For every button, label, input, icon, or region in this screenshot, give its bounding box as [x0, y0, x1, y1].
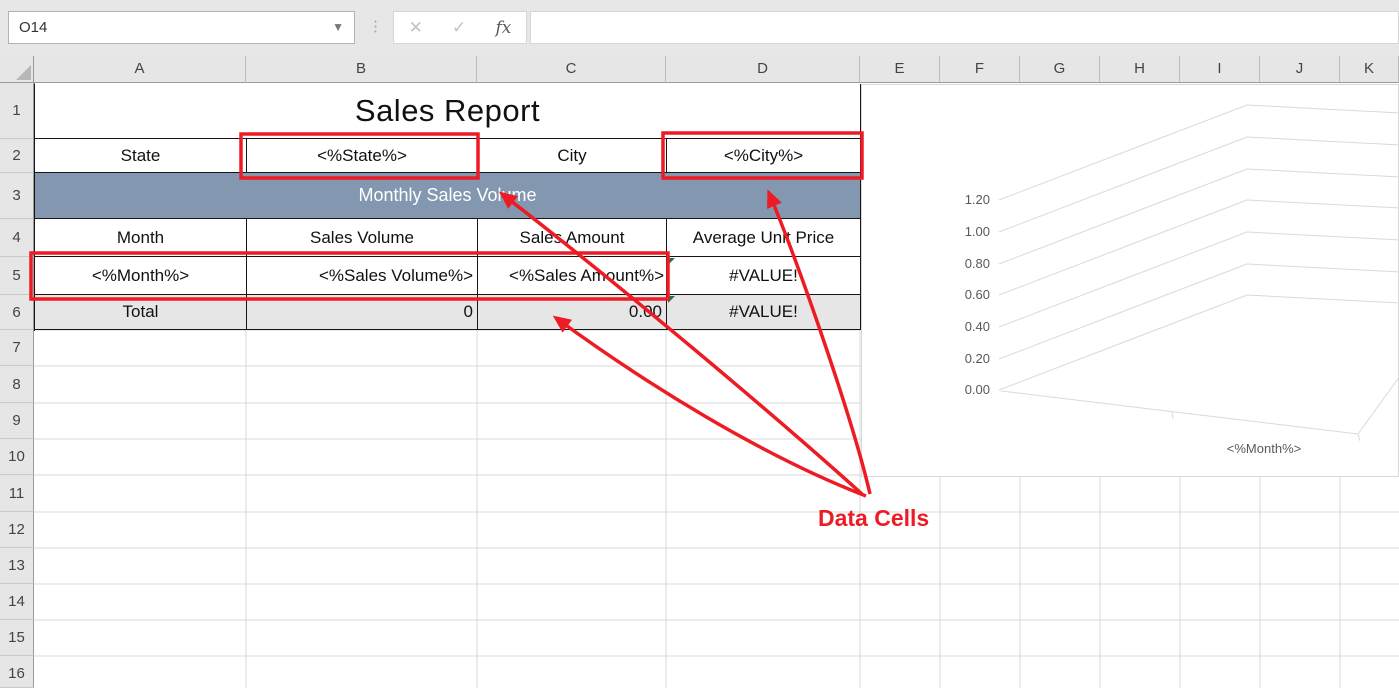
cell-a2-state-label[interactable]: State: [35, 139, 247, 173]
cell-b5-sales-volume-placeholder[interactable]: <%Sales Volume%>: [247, 257, 478, 295]
error-indicator-icon: [668, 258, 675, 265]
cell-a1-report-title[interactable]: Sales Report: [35, 84, 861, 139]
value-tick-1-20: 1.20: [920, 192, 990, 208]
cell-c4-sales-amount-header[interactable]: Sales Amount: [478, 219, 667, 257]
cell-c5-sales-amount-placeholder[interactable]: <%Sales Amount%>: [478, 257, 667, 295]
value-tick-0-60: 0.60: [920, 287, 990, 303]
category-axis-label: <%Month%>: [1184, 441, 1344, 456]
chart-frame-lines: [862, 85, 1399, 478]
embedded-chart[interactable]: 1.20 1.00 0.80 0.60 0.40 0.20 0.00 <%Mon…: [861, 84, 1399, 477]
cell-a3-section-title[interactable]: Monthly Sales Volume: [35, 173, 861, 219]
cell-d2-city-placeholder[interactable]: <%City%>: [667, 139, 861, 173]
cell-c6-total-amount[interactable]: 0.00: [478, 295, 667, 330]
value-tick-0-00: 0.00: [920, 382, 990, 398]
cell-d5-value: #VALUE!: [729, 266, 798, 286]
cell-b2-state-placeholder[interactable]: <%State%>: [247, 139, 478, 173]
cell-b6-total-volume[interactable]: 0: [247, 295, 478, 330]
value-tick-0-40: 0.40: [920, 319, 990, 335]
report-table: Sales Report State <%State%> City <%City…: [34, 83, 862, 331]
cell-d4-avg-unit-price-header[interactable]: Average Unit Price: [667, 219, 861, 257]
cell-a6-total-label[interactable]: Total: [35, 295, 247, 330]
cell-b4-sales-volume-header[interactable]: Sales Volume: [247, 219, 478, 257]
cell-d5-avg-unit-price-error[interactable]: #VALUE!: [667, 257, 861, 295]
error-indicator-icon: [668, 296, 675, 303]
value-tick-1-00: 1.00: [920, 224, 990, 240]
value-tick-0-20: 0.20: [920, 351, 990, 367]
cell-a4-month-header[interactable]: Month: [35, 219, 247, 257]
data-cells-label[interactable]: Data Cells: [818, 505, 929, 532]
cell-c2-city-label[interactable]: City: [478, 139, 667, 173]
cell-d6-total-error[interactable]: #VALUE!: [667, 295, 861, 330]
cell-a5-month-placeholder[interactable]: <%Month%>: [35, 257, 247, 295]
value-tick-0-80: 0.80: [920, 256, 990, 272]
cell-d6-value: #VALUE!: [729, 302, 798, 322]
excel-window: O14 ▼ ⋮ ✕ ✓ fx A B C D E F G H I J K 1 2…: [0, 0, 1399, 688]
